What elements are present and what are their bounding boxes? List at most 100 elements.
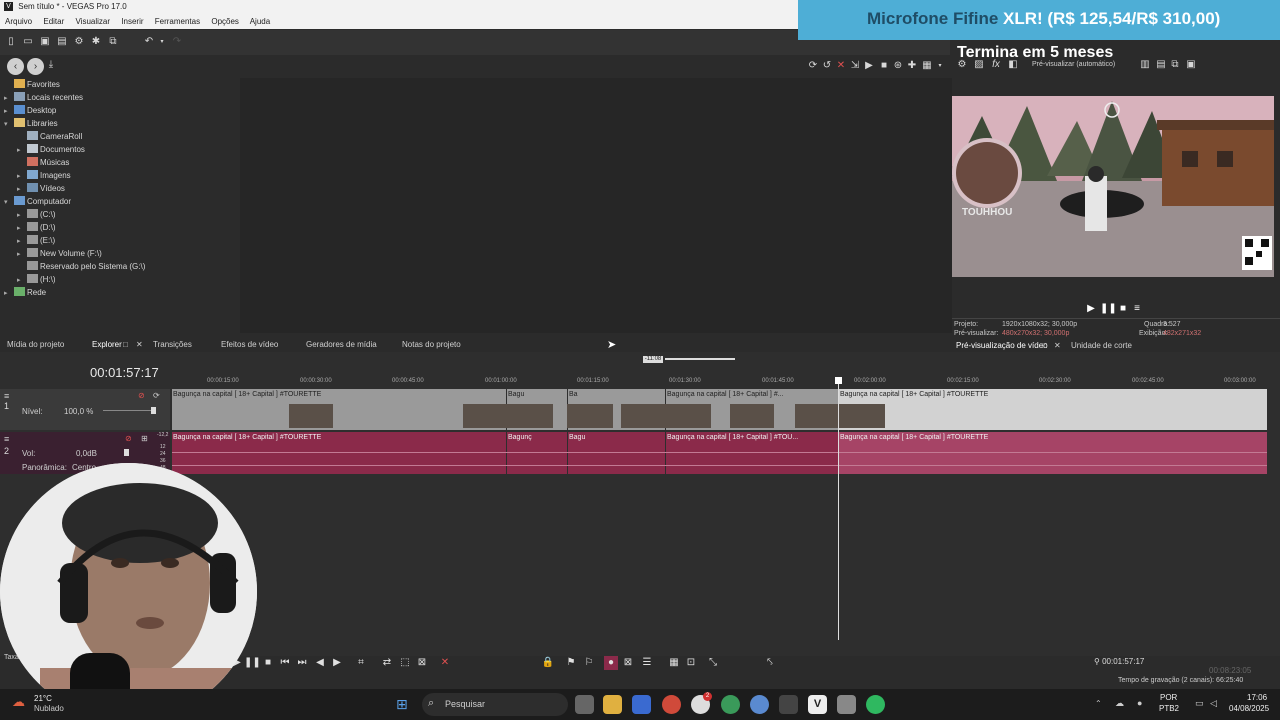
mic-icon[interactable]: ● [1137,698,1142,708]
up-folder-icon[interactable]: ⤓ [44,58,58,72]
audio-clip[interactable]: Bagunç [507,432,567,474]
selection-tool-icon[interactable]: ⤣ [763,656,777,670]
menu-arquivo[interactable]: Arquivo [5,17,32,26]
forward-arrow-icon[interactable]: › [27,58,44,75]
delete-icon[interactable]: ✕ [438,656,452,670]
views-dropdown-icon[interactable]: ▾ [933,59,947,73]
audio-clip[interactable]: Bagu [568,432,665,474]
edit-tool-icon[interactable]: ⬚ [398,656,412,670]
audio-clip-selected[interactable]: Bagunça na capital [ 18+ Capital ] #TOUR… [839,432,1267,474]
task-view-icon[interactable] [575,695,594,714]
tab-media-generators[interactable]: Geradores de mídia [306,340,377,349]
next-frame-icon[interactable]: ▶ [330,656,344,670]
collapse-arrow-icon[interactable]: ▾ [4,196,14,209]
add-media-icon[interactable]: ⇲ [848,59,862,73]
tab-project-notes[interactable]: Notas do projeto [402,340,461,349]
save-as-icon[interactable]: ▤ [55,35,69,49]
tree-item-drive-e[interactable]: ▸ (E:\) [17,234,55,247]
undock-icon[interactable]: □ [1042,339,1047,352]
views-icon[interactable]: ▦ [920,59,934,73]
playhead-marker[interactable] [835,377,842,384]
mute-icon[interactable]: ⊘ [138,391,145,400]
tree-item-drive-h[interactable]: ▸ (H:\) [17,273,56,286]
whatsapp-icon[interactable] [866,695,885,714]
timeline-ruler[interactable]: 00:00:15:00 00:00:30:00 00:00:45:00 00:0… [172,374,1267,388]
audio-clip[interactable]: Bagunça na capital [ 18+ Capital ] #TOU.… [666,432,838,474]
audio-clip[interactable]: Bagunça na capital [ 18+ Capital ] #TOUR… [172,432,506,474]
video-track-header[interactable]: ≡ 1 ⊘ ⟳ Nível: 100,0 % [0,389,170,430]
menu-inserir[interactable]: Inserir [121,17,143,26]
back-arrow-icon[interactable]: ‹ [7,58,24,75]
close-tab-icon[interactable]: ✕ [136,340,143,349]
crop-icon[interactable]: ⊠ [621,656,635,670]
volume-icon[interactable]: ◁ [1210,698,1217,709]
keyboard-layout[interactable]: PTB2 [1159,704,1179,713]
close-tab-icon[interactable]: ✕ [1054,339,1061,352]
solo-icon[interactable]: ⊞ [141,434,148,443]
cloud-icon[interactable]: ☁ [1115,698,1124,709]
tree-item-musicas[interactable]: Músicas [17,156,69,169]
envelope-tool-icon[interactable]: ⊠ [415,656,429,670]
tree-item-favorites[interactable]: Favorites [4,78,60,91]
save-snapshot-icon[interactable]: ⧉ [1168,58,1182,72]
weather-temp[interactable]: 21°C [34,694,52,703]
playhead-cursor[interactable] [838,378,839,640]
chrome-alt-icon[interactable] [721,695,740,714]
network-icon[interactable]: ▭ [1195,698,1204,709]
tab-project-media[interactable]: Mídia do projeto [7,340,64,349]
pause-icon[interactable]: ❚❚ [244,656,261,670]
capcut-icon[interactable] [779,695,798,714]
tray-chevron-icon[interactable]: ⌃ [1095,699,1102,708]
overlays-icon[interactable]: ▥ [1138,58,1152,72]
go-to-start-icon[interactable]: ⏮ [278,656,292,670]
tree-item-recent[interactable]: ▸ Locais recentes [4,91,83,104]
snapping-icon[interactable]: ⌗ [354,656,368,670]
expand-arrow-icon[interactable]: ▸ [4,287,14,300]
preview-pause-icon[interactable]: ❚❚ [1100,302,1117,316]
save-frame-icon[interactable]: ▣ [1184,58,1198,72]
menu-opcoes[interactable]: Opções [211,17,239,26]
tab-explorer[interactable]: Explorer [92,340,122,349]
clock-time[interactable]: 17:06 [1247,693,1267,702]
tab-video-effects[interactable]: Efeitos de vídeo [221,340,278,349]
tree-item-drive-d[interactable]: ▸ (D:\) [17,221,56,234]
tree-item-rede[interactable]: ▸ Rede [4,286,46,299]
tree-item-imagens[interactable]: ▸ Imagens [17,169,71,182]
open-folder-icon[interactable]: ▭ [21,35,35,49]
undo-view-icon[interactable]: ↺ [820,59,834,73]
render-icon[interactable]: ✱ [89,35,103,49]
collapse-arrow-icon[interactable]: ▾ [4,118,14,131]
delete-icon[interactable]: ✕ [834,59,848,73]
file-explorer-icon[interactable] [603,695,622,714]
go-to-end-icon[interactable]: ⏭ [295,656,309,670]
undo-dropdown-icon[interactable]: ▾ [155,35,169,49]
tree-item-drive-c[interactable]: ▸ (C:\) [17,208,56,221]
tree-item-libraries[interactable]: ▾ Libraries [4,117,58,130]
preview-stop-icon[interactable]: ■ [1116,302,1130,316]
preview-play-icon[interactable]: ▶ [1084,302,1098,316]
video-clip-selected[interactable]: Bagunça na capital [ 18+ Capital ] #TOUR… [839,389,1267,430]
auto-ripple-icon[interactable]: ⇄ [380,656,394,670]
tree-item-videos[interactable]: ▸ Vídeos [17,182,65,195]
stop-icon[interactable]: ■ [877,59,891,73]
properties-gear-icon[interactable]: ⚙ [72,35,86,49]
region-icon[interactable]: ⚐ [582,656,596,670]
volume-slider-handle[interactable] [124,449,129,456]
favorites-icon[interactable]: ✚ [905,59,919,73]
taskbar-search[interactable]: ⌕ Pesquisar [422,693,568,716]
weather-desc[interactable]: Nublado [34,704,64,713]
video-preview-frame[interactable]: TOUHHOU [952,96,1274,277]
preview-quality-select[interactable]: Pré-visualizar (automático) [1032,61,1115,68]
tree-item-cameraroll[interactable]: CameraRoll [17,130,82,143]
marker-icon[interactable]: ⚑ [564,656,578,670]
level-slider-track[interactable] [103,410,155,411]
undock-icon[interactable]: □ [123,340,128,349]
new-file-icon[interactable]: ▯ [4,35,18,49]
vegas-taskbar-icon[interactable]: V [808,695,827,714]
video-clip[interactable]: Bagunça na capital [ 18+ Capital ] #TOUR… [172,389,506,430]
store-icon[interactable] [632,695,651,714]
lock-icon[interactable]: 🔒 [541,656,555,670]
tree-item-documentos[interactable]: ▸ Documentos [17,143,85,156]
browser-icon[interactable] [750,695,769,714]
weather-icon[interactable]: ☁ [12,694,25,710]
